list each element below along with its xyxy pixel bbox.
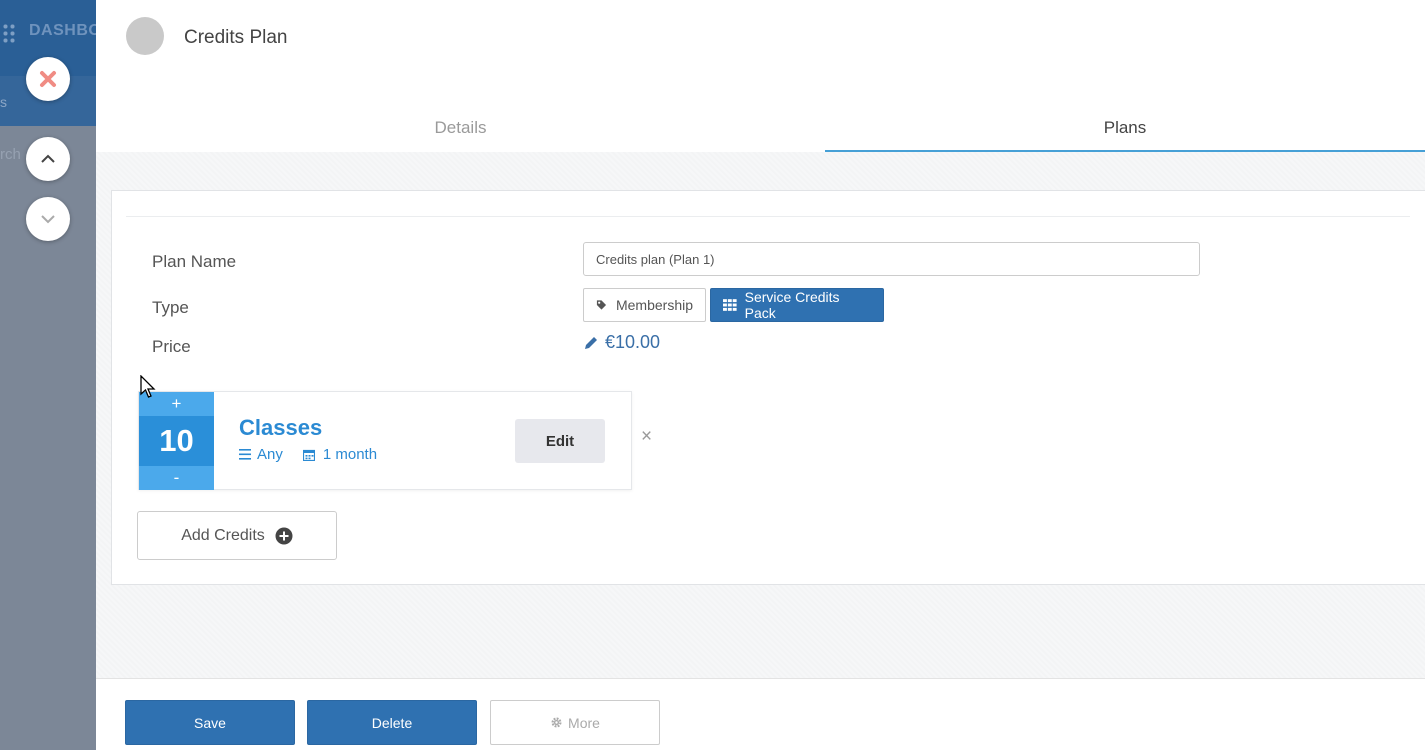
gear-icon	[551, 717, 562, 728]
add-credits-button[interactable]: Add Credits	[137, 511, 337, 560]
plan-card: Plan Name Type Membership Service Credit…	[111, 190, 1425, 585]
credit-count: 10	[159, 423, 194, 458]
type-label: Type	[152, 298, 189, 317]
grid-icon	[723, 299, 737, 311]
price-value: €10.00	[605, 332, 661, 352]
background-nav-label: s	[0, 94, 7, 110]
add-credits-label: Add Credits	[181, 526, 265, 544]
footer-bar: Save Delete More	[96, 678, 1425, 750]
credit-duration: 1 month	[322, 446, 378, 463]
plan-name-input[interactable]	[583, 242, 1200, 276]
close-button[interactable]	[26, 57, 70, 101]
credit-item: + 10 - Classes Any 1 month Edit	[138, 391, 632, 490]
tab-details[interactable]: Details	[96, 100, 825, 152]
pencil-icon	[585, 336, 597, 349]
delete-button[interactable]: Delete	[307, 700, 477, 745]
background-brand: DASHBOARD	[29, 22, 96, 39]
previous-button[interactable]	[26, 137, 70, 181]
credit-name: Classes	[239, 415, 323, 440]
price-label: Price	[152, 337, 191, 356]
background-search-label: rch	[0, 146, 21, 163]
plus-circle-icon	[275, 527, 293, 544]
plan-name-label: Plan Name	[152, 252, 237, 271]
page-title: Credits Plan	[184, 27, 288, 48]
remove-credit-icon[interactable]: ×	[641, 426, 652, 448]
tab-plans[interactable]: Plans	[825, 100, 1425, 152]
calendar-icon	[302, 449, 315, 461]
credit-scope: Any	[257, 446, 283, 463]
close-icon	[40, 71, 56, 87]
save-button[interactable]: Save	[125, 700, 295, 745]
credit-meta: Any 1 month	[239, 446, 377, 463]
background-app: DASHBOARD s rch	[0, 0, 96, 750]
type-service-credits-label: Service Credits Pack	[744, 289, 840, 321]
credit-counter: + 10 -	[139, 392, 214, 490]
mouse-cursor-icon	[140, 375, 156, 398]
price-edit-link[interactable]: €10.00	[583, 332, 660, 353]
chevron-down-icon	[41, 215, 55, 224]
type-membership-button[interactable]: Membership	[583, 288, 706, 322]
avatar	[126, 17, 164, 55]
decrement-button[interactable]: -	[139, 466, 214, 490]
more-label: More	[568, 714, 600, 731]
next-button[interactable]	[26, 197, 70, 241]
type-membership-label: Membership	[615, 297, 693, 313]
more-button[interactable]: More	[490, 700, 660, 745]
card-divider	[126, 216, 1410, 217]
chevron-up-icon	[41, 154, 55, 163]
type-service-credits-button[interactable]: Service Credits Pack	[710, 288, 884, 322]
tag-icon	[596, 300, 607, 310]
apps-grid-icon	[2, 23, 16, 43]
edit-credit-button[interactable]: Edit	[515, 419, 605, 463]
plan-editor-panel: Credits Plan Details Plans Plan Name Typ…	[96, 0, 1425, 750]
list-icon	[239, 449, 251, 460]
